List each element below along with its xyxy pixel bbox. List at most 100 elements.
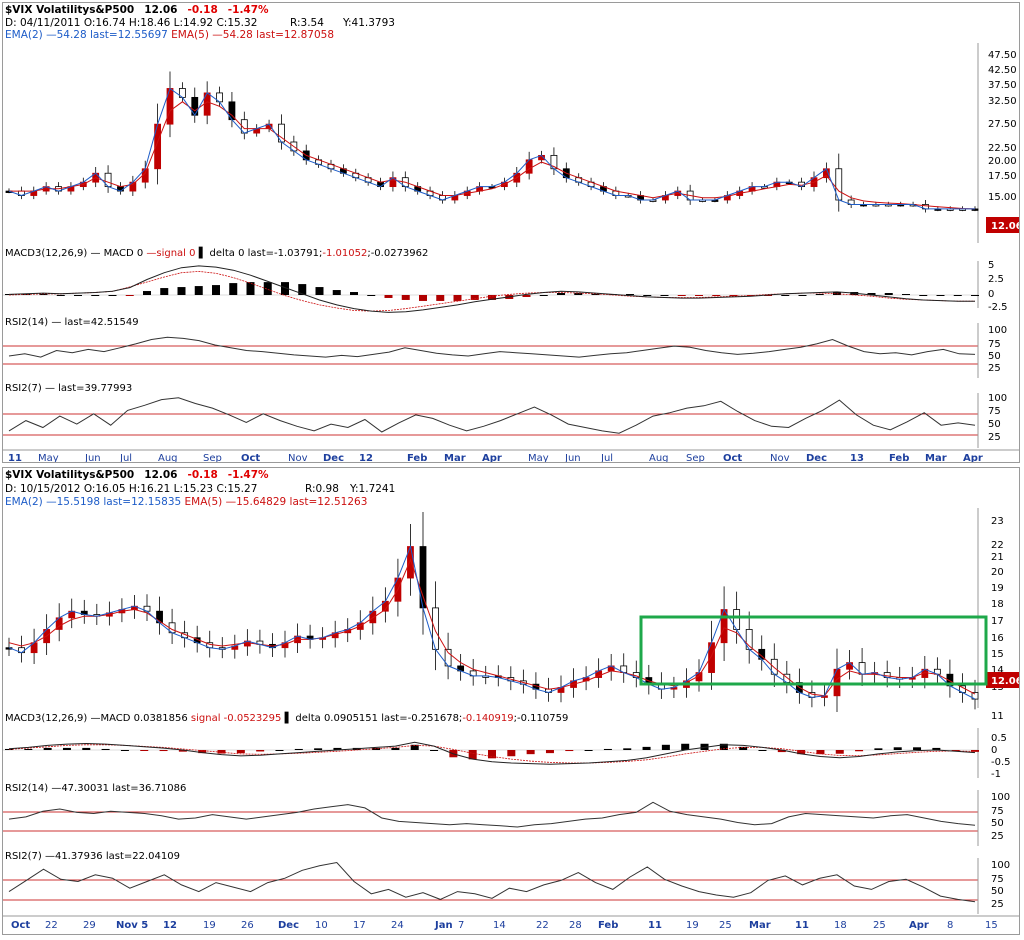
rsi14-tick: 75: [991, 806, 1004, 817]
macd-histogram-bar: [798, 295, 807, 296]
x-axis-label: Apr: [909, 920, 929, 931]
price-tick: 17: [991, 616, 1004, 627]
macd-histogram-bar: [332, 290, 341, 295]
macd-histogram-bar: [874, 748, 883, 750]
price-tick: 11: [991, 711, 1004, 722]
macd-histogram-bar: [143, 291, 151, 295]
x-axis-label: 22: [45, 920, 58, 931]
x-axis-label: May: [38, 453, 59, 462]
x-axis-label: Dec: [806, 453, 827, 462]
x-axis-label: Aug: [158, 453, 178, 462]
price-tick: 15: [991, 649, 1004, 660]
x-axis-label: Feb: [407, 453, 427, 462]
x-axis-label: 26: [241, 920, 254, 931]
rsi14-tick: 25: [991, 831, 1004, 842]
chart-svg-2: 23 22 21 20 19 18 17 16 15 14 13 11 12.0…: [3, 508, 1019, 931]
macd-histogram-bar: [660, 295, 669, 296]
macd-histogram-bar: [74, 295, 82, 296]
price-tick: 20.00: [988, 156, 1017, 167]
x-axis-label: 8: [947, 920, 953, 931]
last-price-badge-text: 12.06: [991, 676, 1019, 687]
macd-histogram-bar: [140, 750, 149, 751]
macd-histogram-bar: [62, 747, 71, 750]
candlesticks: [5, 512, 979, 713]
macd-histogram-bar: [855, 750, 864, 752]
price-tick: 21: [991, 552, 1004, 563]
chart-panel-2011-2013: $VIX Volatilitys&P500 12.06 -0.18 -1.47%…: [2, 2, 1020, 463]
rsi14-line: [8, 801, 976, 828]
macd-histogram-bar: [661, 744, 670, 750]
rsi7-line: [8, 397, 976, 434]
macd-histogram-bar: [677, 295, 686, 296]
macd-histogram-bar: [315, 287, 324, 295]
price-tick: 18: [991, 599, 1004, 610]
rsi7-tick: 50: [988, 419, 1001, 430]
rsi7-tick: 100: [988, 393, 1007, 404]
macd-tick: -1: [991, 769, 1001, 780]
macd-histogram-bar: [314, 748, 323, 750]
x-axis-label: Jul: [119, 453, 132, 462]
candlesticks: [5, 71, 979, 213]
macd-histogram-bar: [436, 295, 445, 301]
macd-histogram-bar: [557, 293, 565, 295]
macd-histogram-bar: [919, 295, 928, 296]
x-axis-label: Apr: [482, 453, 502, 462]
macd-histogram-bar: [194, 286, 203, 295]
ema2-line: [8, 544, 976, 700]
x-axis-label: Feb: [598, 920, 618, 931]
x-axis-label: 17: [353, 920, 366, 931]
ema2-line: [8, 87, 975, 210]
x-axis-label: Dec: [278, 920, 299, 931]
macd-histogram-bar: [125, 295, 134, 296]
macd-histogram-bar: [539, 295, 548, 296]
x-axis-label: 11: [8, 453, 22, 462]
x-axis-label: Sep: [686, 453, 705, 462]
x-axis-label: Mar: [749, 920, 771, 931]
macd-histogram-bar: [936, 295, 945, 296]
macd-tick: 0: [991, 745, 997, 756]
macd-histogram-bar: [246, 282, 255, 295]
x-axis-label: May: [528, 453, 549, 462]
macd-histogram-bar: [24, 748, 33, 750]
macd-histogram-bar: [384, 295, 393, 298]
x-axis-label: 11: [648, 920, 662, 931]
rsi14-tick: 100: [988, 325, 1007, 336]
price-tick: 23: [991, 516, 1004, 527]
macd-histogram-bar: [893, 747, 902, 750]
macd-histogram-bar: [236, 750, 245, 754]
macd-histogram-bar: [695, 295, 703, 296]
macd-histogram: [5, 282, 979, 301]
macd-histogram-bar: [82, 747, 91, 750]
x-axis-label: Mar: [444, 453, 466, 462]
macd-histogram-bar: [643, 295, 652, 296]
price-tick: 19: [991, 583, 1004, 594]
macd-histogram-bar: [120, 750, 129, 751]
macd-histogram-bar: [815, 294, 824, 296]
macd-tick: 0: [988, 289, 994, 300]
chart-panel-2012-2013: $VIX Volatilitys&P500 12.06 -0.18 -1.47%…: [2, 467, 1020, 935]
macd-tick: -2.5: [988, 302, 1008, 313]
macd-histogram-bar: [212, 285, 220, 295]
macd-histogram-bar: [43, 747, 52, 750]
x-axis-label: 25: [873, 920, 886, 931]
macd-histogram-bar: [507, 750, 516, 757]
x-axis-label: Dec: [323, 453, 344, 462]
macd-histogram-bar: [781, 295, 790, 296]
macd-histogram-bar: [229, 283, 238, 295]
x-axis-label: 10: [315, 920, 328, 931]
price-tick: 37.50: [988, 80, 1017, 91]
macd-histogram-bar: [419, 295, 427, 301]
x-axis-label: Nov 5: [116, 920, 148, 931]
rsi14-tick: 50: [988, 351, 1001, 362]
price-tick: 16: [991, 633, 1004, 644]
chart-svg-1: 47.50 42.50 37.50 32.50 27.50 22.50 20.0…: [3, 43, 1019, 462]
x-axis-label: 14: [493, 920, 506, 931]
x-axis-label: Nov: [288, 453, 308, 462]
x-axis-label: Nov: [770, 453, 790, 462]
rsi7-tick: 75: [988, 406, 1001, 417]
x-axis-label: Sep: [203, 453, 222, 462]
x-axis-label: 19: [203, 920, 216, 931]
macd-histogram-bar: [256, 750, 265, 752]
macd-tick: 5: [988, 260, 994, 271]
rsi7-tick: 50: [991, 886, 1004, 897]
